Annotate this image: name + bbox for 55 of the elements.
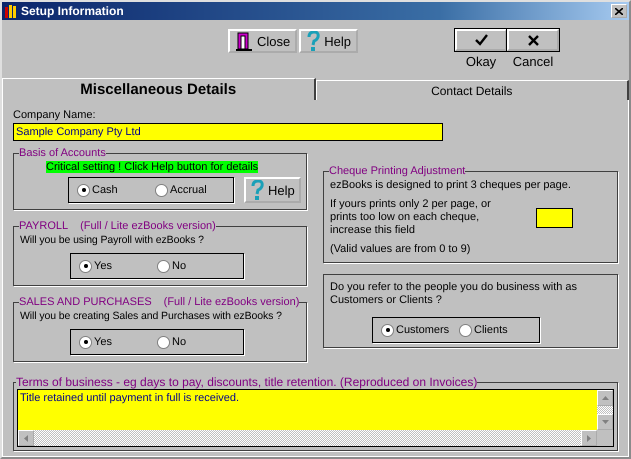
books-icon xyxy=(4,4,18,18)
radio-button[interactable] xyxy=(155,184,168,196)
tab[interactable]: Contact Details xyxy=(316,80,629,100)
warning-text: Critical setting ! Click Help button for details xyxy=(46,161,258,173)
company-name-field[interactable]: Sample Company Pty Ltd xyxy=(13,123,443,141)
terms-field[interactable]: Title retained until payment in full is received. xyxy=(18,390,597,430)
radio-option[interactable]: Yes xyxy=(79,336,149,348)
button-label: Okay xyxy=(466,54,496,69)
question-mark-icon xyxy=(306,31,320,51)
help-button[interactable]: Help xyxy=(244,177,301,203)
tab[interactable]: Miscellaneous Details xyxy=(2,78,316,100)
close-icon xyxy=(615,8,623,14)
door-icon xyxy=(235,31,253,51)
hint-text: If yours prints only 2 per page, or prints too low on each cheque, increase this field xyxy=(330,198,491,237)
radio-option[interactable]: Customers xyxy=(381,324,451,336)
info-text: ezBooks is designed to print 3 cheques per page. xyxy=(330,179,572,192)
vertical-scrollbar[interactable] xyxy=(597,390,613,430)
group-title: Terms of business - eg days to pay, discounts, title retention. (Reproduced on Invoices) xyxy=(16,375,478,389)
close-button[interactable] xyxy=(611,4,627,18)
toolbar-button[interactable]: Help xyxy=(299,29,358,53)
check-icon xyxy=(474,33,488,47)
note-text: (Valid values are from 0 to 9) xyxy=(330,243,472,256)
question-text: Will you be using Payroll with ezBooks ? xyxy=(20,234,205,247)
group-title: Cheque Printing Adjustment xyxy=(329,165,466,177)
question-mark-icon xyxy=(250,180,264,200)
dialog-button[interactable] xyxy=(507,29,559,51)
group-title: SALES AND PURCHASES (Full / Lite ezBooks version) xyxy=(19,296,300,308)
down-arrow-icon xyxy=(602,420,608,424)
question-text: Do you refer to the people you do business with as Customers or Clients ? xyxy=(330,281,578,307)
radio-button[interactable] xyxy=(157,336,170,348)
button-label: Cancel xyxy=(512,54,554,69)
radio-button[interactable] xyxy=(79,336,92,348)
radio-option[interactable]: Clients xyxy=(459,324,529,336)
radio-button[interactable] xyxy=(79,260,92,272)
radio-option[interactable]: Yes xyxy=(79,260,149,272)
radio-option[interactable]: Cash xyxy=(77,184,147,196)
radio-button[interactable] xyxy=(77,184,90,196)
radio-option[interactable]: Accrual xyxy=(155,184,225,196)
window-title: Setup Information xyxy=(21,4,125,18)
cross-icon xyxy=(526,33,540,47)
group-title: PAYROLL (Full / Lite ezBooks version) xyxy=(19,220,216,232)
radio-button[interactable] xyxy=(381,324,394,336)
field-label: Company Name: xyxy=(13,109,97,121)
question-text: Will you be creating Sales and Purchases with ezBooks ? xyxy=(20,310,283,323)
up-arrow-icon xyxy=(602,396,608,400)
group-title: Basis of Accounts xyxy=(19,147,106,159)
cheque-offset-field[interactable] xyxy=(536,208,573,228)
radio-button[interactable] xyxy=(459,324,472,336)
radio-option[interactable]: No xyxy=(157,260,227,272)
dialog-button[interactable] xyxy=(455,29,507,51)
right-arrow-icon xyxy=(587,434,591,442)
radio-button[interactable] xyxy=(157,260,170,272)
left-arrow-icon xyxy=(24,434,28,442)
radio-option[interactable]: No xyxy=(157,336,227,348)
toolbar-button[interactable]: Close xyxy=(228,29,298,53)
